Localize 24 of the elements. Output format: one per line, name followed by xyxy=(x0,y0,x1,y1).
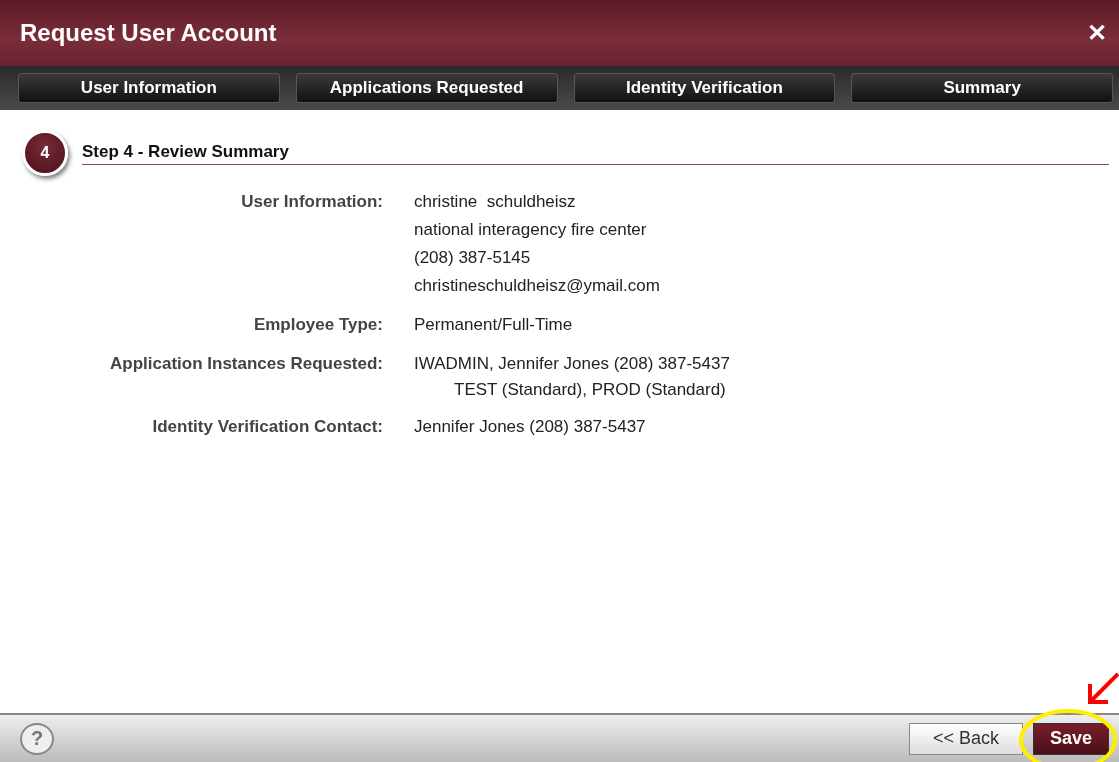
save-button[interactable]: Save xyxy=(1033,722,1109,755)
field-value: national interagency fire center xyxy=(414,219,648,241)
step-number: 4 xyxy=(22,130,68,176)
field-value: IWADMIN, Jennifer Jones (208) 387-5437 xyxy=(414,353,731,375)
tab[interactable]: Identity Verification xyxy=(573,73,836,103)
field-value: (208) 387-5145 xyxy=(414,247,532,269)
field-label: Identity Verification Contact: xyxy=(151,416,383,438)
field-label: User Information: xyxy=(240,191,383,213)
field-label: Application Instances Requested: xyxy=(109,353,383,375)
field-detail: TEST (Standard), PROD (Standard) xyxy=(453,379,727,401)
help-button[interactable]: ? xyxy=(20,722,54,755)
field-value: christineschuldheisz@ymail.com xyxy=(414,275,661,297)
field-value: Permanent/Full-Time xyxy=(414,314,574,336)
window-title: Request User Account xyxy=(20,19,277,47)
step-title: Step 4 - Review Summary xyxy=(82,141,1109,165)
field-value: christine schuldheisz xyxy=(414,191,577,213)
pointer-arrow xyxy=(1088,672,1119,704)
field-label: Employee Type: xyxy=(252,314,383,336)
close-button[interactable]: ✕ xyxy=(1083,19,1111,47)
back-button[interactable]: << Back xyxy=(909,722,1023,755)
tab[interactable]: Applications Requested xyxy=(295,73,558,103)
tab[interactable]: User Information xyxy=(18,73,280,103)
field-value: Jennifer Jones (208) 387-5437 xyxy=(414,416,647,438)
tab[interactable]: Summary xyxy=(851,73,1113,103)
